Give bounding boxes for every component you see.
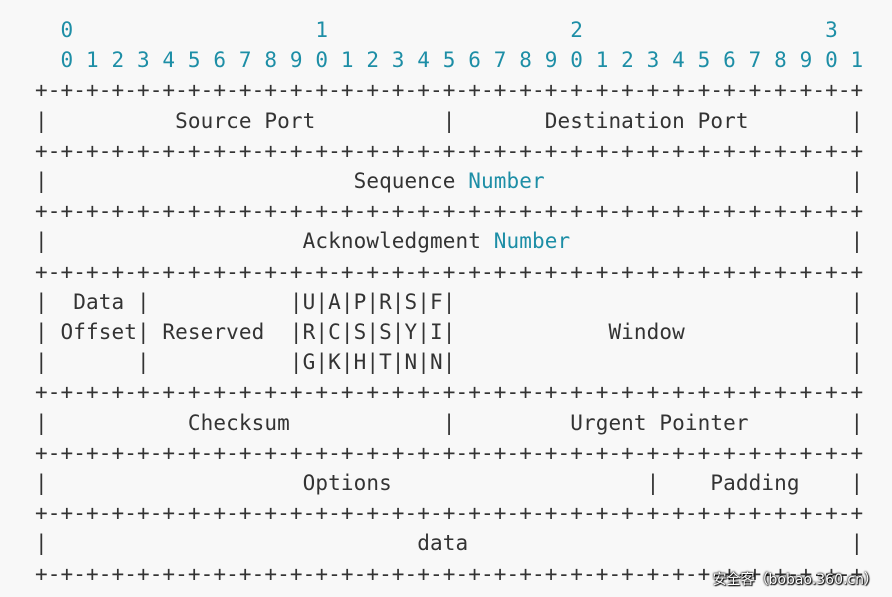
row-sequence: | Sequence Number | <box>35 169 863 193</box>
row-flags-3: | | |G|K|H|T|N|N| | <box>35 350 864 375</box>
ack-tail: | <box>570 229 864 254</box>
row-separator: +-+-+-+-+-+-+-+-+-+-+-+-+-+-+-+-+-+-+-+-… <box>35 380 864 405</box>
row-checksum: | Checksum | Urgent Pointer | <box>35 410 864 435</box>
row-flags-1: | Data | |U|A|P|R|S|F| | <box>35 289 864 314</box>
watermark: 安全客（bobao.360.cn） <box>712 572 878 588</box>
row-separator: +-+-+-+-+-+-+-+-+-+-+-+-+-+-+-+-+-+-+-+-… <box>35 138 864 163</box>
row-options: | Options | Padding | <box>35 471 864 496</box>
tcp-header-diagram: 0 1 2 3 0 1 2 3 4 5 6 7 8 9 0 1 2 3 4 5 … <box>35 15 863 589</box>
row-data: | data | <box>35 531 864 556</box>
row-separator: +-+-+-+-+-+-+-+-+-+-+-+-+-+-+-+-+-+-+-+-… <box>35 501 864 526</box>
row-separator: +-+-+-+-+-+-+-+-+-+-+-+-+-+-+-+-+-+-+-+-… <box>35 440 864 465</box>
sequence-label: | Sequence <box>35 169 469 194</box>
ack-label: | Acknowledgment <box>35 229 494 254</box>
sequence-tail: | <box>544 169 864 194</box>
row-acknowledgment: | Acknowledgment Number | <box>35 229 863 253</box>
bit-ruler-tens: 0 1 2 3 <box>35 18 838 42</box>
bit-ruler-ones: 0 1 2 3 4 5 6 7 8 9 0 1 2 3 4 5 6 7 8 9 … <box>35 48 864 73</box>
row-ports: | Source Port | Destination Port | <box>35 108 864 133</box>
row-separator: +-+-+-+-+-+-+-+-+-+-+-+-+-+-+-+-+-+-+-+-… <box>35 78 864 103</box>
row-flags-2: | Offset| Reserved |R|C|S|S|Y|I| Window … <box>35 320 864 345</box>
ack-number-keyword: Number <box>493 229 571 254</box>
row-separator: +-+-+-+-+-+-+-+-+-+-+-+-+-+-+-+-+-+-+-+-… <box>35 199 864 224</box>
sequence-number-keyword: Number <box>468 169 545 194</box>
row-separator: +-+-+-+-+-+-+-+-+-+-+-+-+-+-+-+-+-+-+-+-… <box>35 259 864 284</box>
